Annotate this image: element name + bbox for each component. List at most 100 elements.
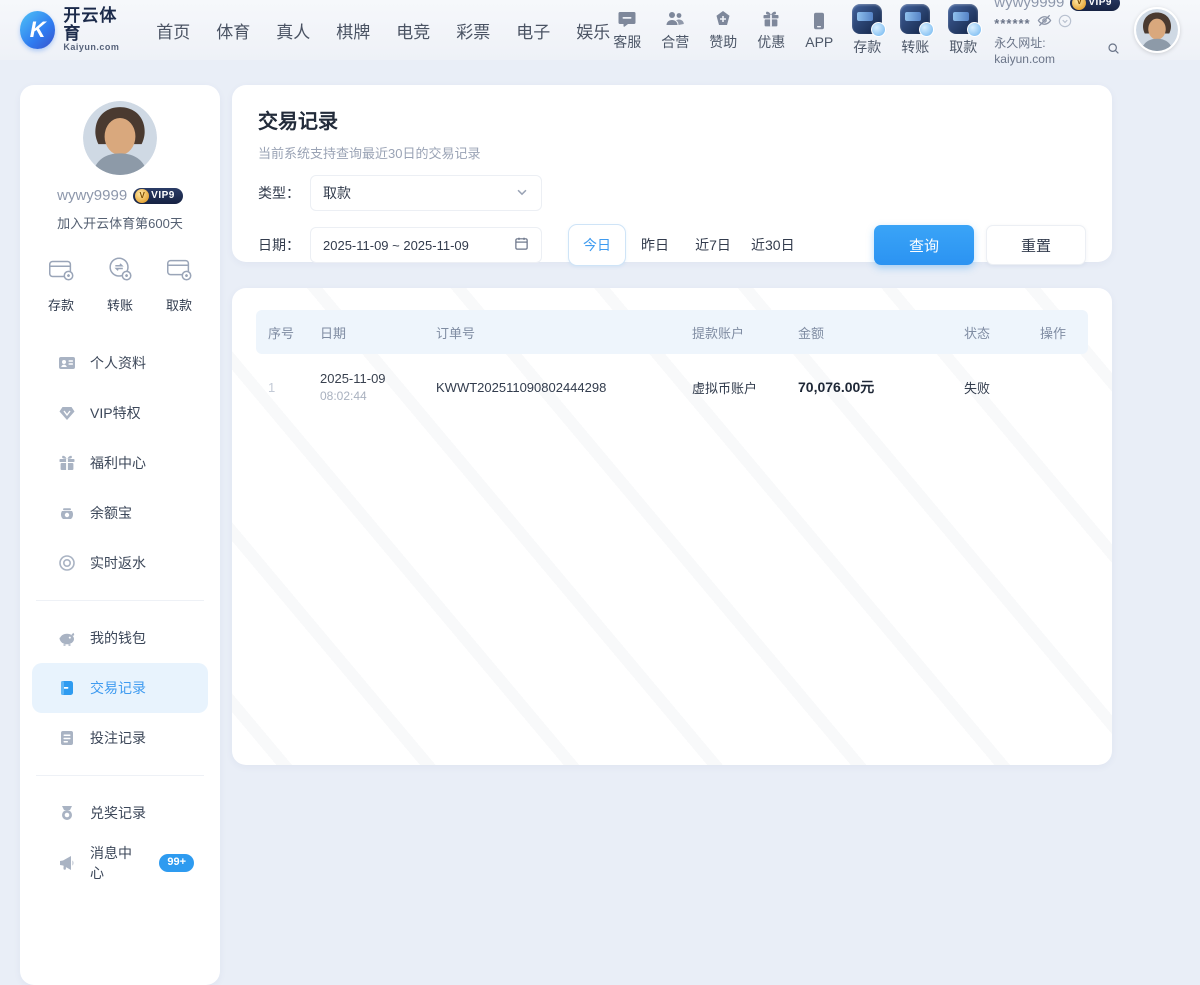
brand-domain: Kaiyun.com xyxy=(63,43,130,52)
page-subtitle: 当前系统支持查询最近30日的交易记录 xyxy=(258,143,1086,162)
promotions-button[interactable]: 优惠 xyxy=(754,9,788,52)
nav-lottery[interactable]: 彩票 xyxy=(456,18,490,43)
main-nav: 首页 体育 真人 棋牌 电竞 彩票 电子 娱乐 xyxy=(156,18,610,43)
sidebar-menu: 个人资料 VIP特权 福利中心 余额宝 实时返水 xyxy=(20,338,220,888)
cell-order-no: KWWT202511090802444298 xyxy=(424,380,680,395)
sidebar-item-yuebao[interactable]: 余额宝 xyxy=(32,488,208,538)
search-icon[interactable] xyxy=(1107,41,1120,62)
chevron-down-icon xyxy=(515,185,529,202)
brand-name: 开云体育 xyxy=(63,7,130,43)
sidebar-vip-badge: V VIP9 xyxy=(133,188,183,204)
sidebar-item-vip[interactable]: VIP特权 xyxy=(32,388,208,438)
promotions-label: 优惠 xyxy=(757,32,785,52)
sidebar-vip-medal-icon: V xyxy=(135,189,149,203)
sidebar-item-welfare[interactable]: 福利中心 xyxy=(32,438,208,488)
welfare-gift-icon xyxy=(58,454,76,472)
cell-index: 1 xyxy=(256,380,308,395)
col-status: 状态 xyxy=(952,323,1028,342)
cell-date: 2025-11-09 08:02:44 xyxy=(308,371,424,403)
phone-icon xyxy=(809,11,829,31)
topbar: K 开云体育 Kaiyun.com 首页 体育 真人 棋牌 电竞 彩票 电子 娱… xyxy=(0,0,1200,60)
table-header: 序号 日期 订单号 提款账户 金额 状态 操作 xyxy=(256,310,1088,354)
membership-days: 加入开云体育第600天 xyxy=(20,213,220,232)
username: wywy9999 xyxy=(994,0,1064,12)
withdraw-label-top: 取款 xyxy=(949,37,977,57)
app-download-button[interactable]: APP xyxy=(802,11,836,50)
transfer-button-top[interactable]: 转账 xyxy=(898,4,932,57)
date-range-input[interactable]: 2025-11-09 ~ 2025-11-09 xyxy=(310,227,542,263)
nav-home[interactable]: 首页 xyxy=(156,18,190,43)
partnership-label: 合营 xyxy=(661,32,689,52)
reset-button[interactable]: 重置 xyxy=(986,225,1086,265)
preset-yesterday[interactable]: 昨日 xyxy=(626,224,684,266)
piggy-bank-icon xyxy=(58,629,76,647)
sidebar-withdraw-button[interactable]: 取款 xyxy=(164,254,194,314)
col-index: 序号 xyxy=(256,323,308,342)
type-select[interactable]: 取款 xyxy=(310,175,542,211)
sidebar-item-prizes[interactable]: 兑奖记录 xyxy=(32,788,208,838)
cell-account: 虚拟币账户 xyxy=(680,378,786,397)
megaphone-icon xyxy=(58,854,76,872)
nav-cards[interactable]: 棋牌 xyxy=(336,18,370,43)
chat-bubble-icon xyxy=(617,9,637,29)
sidebar-item-profile[interactable]: 个人资料 xyxy=(32,338,208,388)
search-button[interactable]: 查询 xyxy=(874,225,974,265)
nav-slots[interactable]: 电子 xyxy=(516,18,550,43)
sidebar-quick-actions: 存款 转账 取款 xyxy=(20,254,220,314)
col-account: 提款账户 xyxy=(680,323,786,342)
transfer-outline-icon xyxy=(105,254,135,289)
sidebar-item-transactions[interactable]: 交易记录 xyxy=(32,663,208,713)
menu-divider xyxy=(36,775,204,776)
vip-gem-icon xyxy=(58,404,76,422)
transfer-label-top: 转账 xyxy=(901,37,929,57)
calendar-icon xyxy=(514,236,529,254)
sidebar-transfer-button[interactable]: 转账 xyxy=(105,254,135,314)
sidebar-item-rebate[interactable]: 实时返水 xyxy=(32,538,208,588)
nav-entertainment[interactable]: 娱乐 xyxy=(576,18,610,43)
sponsor-button[interactable]: 赞助 xyxy=(706,9,740,52)
preset-today[interactable]: 今日 xyxy=(568,224,626,266)
prize-medal-icon xyxy=(58,804,76,822)
transfer-icon xyxy=(900,4,930,34)
deposit-button-top[interactable]: 存款 xyxy=(850,4,884,57)
bet-record-icon xyxy=(58,729,76,747)
brand-logo-icon: K xyxy=(20,11,55,49)
partners-icon xyxy=(665,9,685,29)
vip-medal-icon: V xyxy=(1072,0,1086,10)
menu-divider xyxy=(36,600,204,601)
partnership-button[interactable]: 合营 xyxy=(658,9,692,52)
rebate-circle-icon xyxy=(58,554,76,572)
sidebar-avatar[interactable] xyxy=(83,101,157,175)
col-amount: 金额 xyxy=(786,323,952,342)
filter-panel: 交易记录 当前系统支持查询最近30日的交易记录 类型： 取款 日期： 2025-… xyxy=(232,85,1112,262)
brand-logo[interactable]: K 开云体育 Kaiyun.com xyxy=(20,7,130,52)
sidebar-item-wallet[interactable]: 我的钱包 xyxy=(32,613,208,663)
type-label: 类型： xyxy=(258,183,310,203)
avatar[interactable] xyxy=(1134,7,1180,53)
withdraw-icon xyxy=(948,4,978,34)
masked-balance: ****** xyxy=(994,16,1030,33)
cell-status: 失败 xyxy=(952,378,1028,397)
chevron-down-circle-icon[interactable] xyxy=(1058,14,1072,35)
nav-esports[interactable]: 电竞 xyxy=(396,18,430,43)
withdraw-button-top[interactable]: 取款 xyxy=(946,4,980,57)
sidebar-item-bets[interactable]: 投注记录 xyxy=(32,713,208,763)
nav-sports[interactable]: 体育 xyxy=(216,18,250,43)
nav-live[interactable]: 真人 xyxy=(276,18,310,43)
table-row: 1 2025-11-09 08:02:44 KWWT20251109080244… xyxy=(256,354,1088,420)
preset-30days[interactable]: 近30日 xyxy=(742,224,804,266)
customer-service-button[interactable]: 客服 xyxy=(610,9,644,52)
eye-off-icon[interactable] xyxy=(1037,13,1052,35)
sponsor-diamond-icon xyxy=(713,9,733,29)
customer-service-label: 客服 xyxy=(613,32,641,52)
records-table: 序号 日期 订单号 提款账户 金额 状态 操作 1 2025-11-09 08:… xyxy=(232,288,1112,765)
wallet-outline-icon xyxy=(46,254,76,289)
sidebar-deposit-button[interactable]: 存款 xyxy=(46,254,76,314)
permanent-url: 永久网址: kaiyun.com xyxy=(994,36,1101,67)
preset-7days[interactable]: 近7日 xyxy=(684,224,742,266)
user-info: wywy9999 V VIP9 ****** 永久网址: kaiyun.com xyxy=(994,0,1120,67)
sponsor-label: 赞助 xyxy=(709,32,737,52)
deposit-label-top: 存款 xyxy=(853,37,881,57)
sidebar-item-messages[interactable]: 消息中心 99+ xyxy=(32,838,208,888)
col-date: 日期 xyxy=(308,323,424,342)
